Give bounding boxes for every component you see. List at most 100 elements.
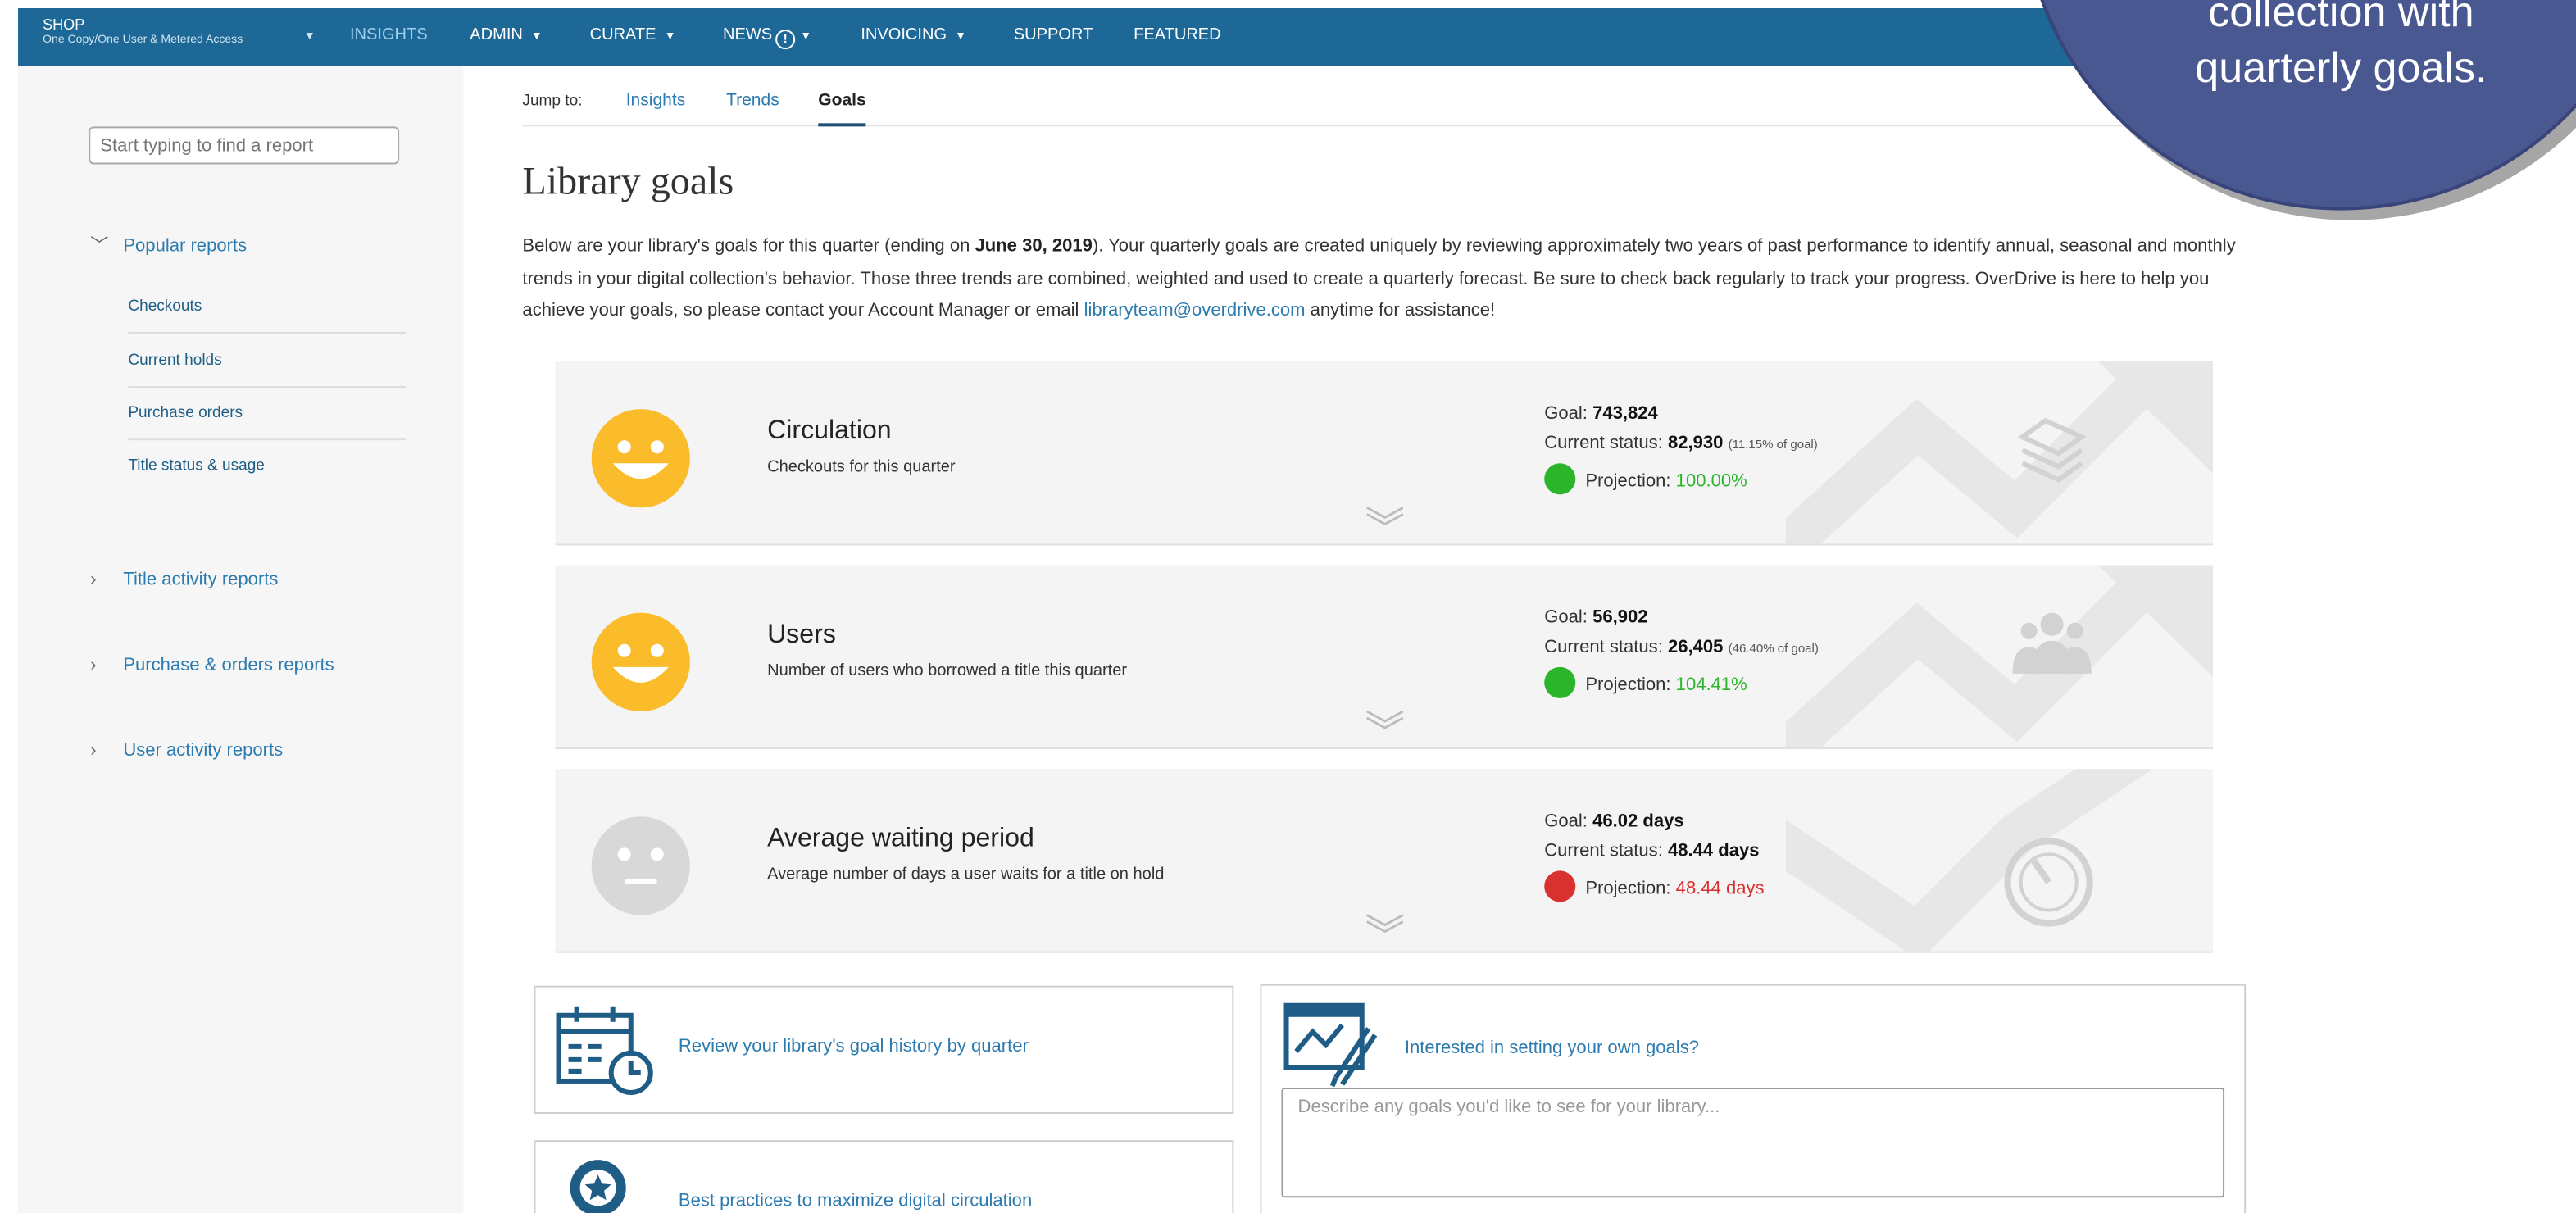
- goal-description: Average number of days a user waits for …: [767, 865, 1165, 884]
- nav-invoicing[interactable]: INVOICING ▼: [861, 26, 966, 44]
- happy-face-icon: [591, 612, 690, 711]
- expand-chevron-icon[interactable]: [1365, 911, 1405, 934]
- shop-menu[interactable]: SHOP One Copy/One User & Metered Access: [43, 17, 243, 47]
- own-goals-label: Interested in setting your own goals?: [1404, 1038, 1699, 1058]
- goal-value: Goal: 56,902: [1544, 608, 1647, 628]
- projection: Projection: 48.44 days: [1544, 870, 1765, 902]
- chevron-right-icon: ›: [90, 570, 97, 590]
- intro-text: anytime for assistance!: [1305, 300, 1496, 320]
- sidebar-item-checkouts[interactable]: Checkouts: [128, 281, 407, 334]
- projection-label: Projection:: [1585, 879, 1671, 899]
- current-number: 48.44 days: [1667, 841, 1760, 861]
- nav-support[interactable]: SUPPORT: [1014, 26, 1093, 44]
- current-label: Current status:: [1544, 841, 1663, 861]
- own-goals-panel: Interested in setting your own goals?: [1260, 984, 2247, 1213]
- neutral-face-icon: [591, 816, 690, 915]
- current-status: Current status: 82,930 (11.15% of goal): [1544, 434, 1818, 453]
- nav-admin[interactable]: ADMIN ▼: [470, 26, 543, 44]
- info-icon: !: [775, 30, 796, 50]
- status-dot-green: [1544, 666, 1576, 698]
- goal-value: Goal: 46.02 days: [1544, 811, 1683, 831]
- projection: Projection: 100.00%: [1544, 463, 1747, 495]
- chevron-down-icon: ﹀: [90, 236, 109, 257]
- tab-goals[interactable]: Goals: [818, 90, 866, 127]
- user-activity-label: User activity reports: [123, 741, 284, 761]
- chevron-down-icon: ▼: [664, 31, 676, 43]
- calendar-clock-icon: [556, 1006, 653, 1095]
- left-margin: [0, 0, 19, 1213]
- chevron-down-icon: ▼: [530, 31, 543, 43]
- people-icon: [2012, 612, 2092, 674]
- tab-trends[interactable]: Trends: [726, 90, 779, 110]
- intro-text: Below are your library's goals for this …: [522, 236, 975, 257]
- trend-arrow-background: [1785, 361, 2214, 544]
- report-search-input[interactable]: [89, 126, 400, 165]
- chevron-down-icon[interactable]: ▼: [304, 31, 316, 43]
- chevron-right-icon: ›: [90, 741, 97, 761]
- status-dot-green: [1544, 463, 1576, 495]
- projection: Projection: 104.41%: [1544, 666, 1747, 698]
- nav-insights[interactable]: INSIGHTS: [350, 26, 428, 44]
- goal-title: Average waiting period: [767, 825, 1034, 853]
- expand-chevron-icon[interactable]: [1365, 504, 1405, 527]
- goal-card-circulation: Circulation Checkouts for this quarter G…: [555, 361, 2214, 546]
- goal-number: 56,902: [1592, 607, 1648, 628]
- goals-textarea[interactable]: [1281, 1087, 2225, 1198]
- goal-title: Users: [767, 620, 836, 649]
- current-status: Current status: 26,405 (46.40% of goal): [1544, 638, 1819, 657]
- happy-face-icon: [591, 409, 690, 508]
- current-percent: (46.40% of goal): [1728, 640, 1819, 656]
- callout-bubble: collection with quarterly goals.: [2020, 0, 2576, 220]
- books-icon: [2017, 417, 2087, 483]
- chevron-down-icon: ▼: [955, 31, 966, 43]
- best-practices-label: Best practices to maximize digital circu…: [678, 1191, 1033, 1211]
- current-status: Current status: 48.44 days: [1544, 841, 1759, 861]
- nav-news-label: NEWS: [722, 26, 773, 45]
- current-number: 26,405: [1667, 637, 1724, 657]
- jump-to-label: Jump to:: [522, 92, 583, 111]
- purchase-orders-reports-toggle[interactable]: › Purchase & orders reports: [90, 656, 334, 675]
- user-activity-reports-toggle[interactable]: › User activity reports: [90, 741, 283, 761]
- gauge-icon: [2004, 838, 2093, 927]
- nav-curate-label: CURATE: [589, 26, 656, 45]
- sidebar: ﹀ Popular reports Checkouts Current holds…: [18, 66, 464, 1213]
- projection-value: 48.44 days: [1675, 879, 1765, 899]
- nav-admin-label: ADMIN: [470, 26, 523, 45]
- goal-history-link[interactable]: Review your library's goal history by qu…: [534, 985, 1234, 1115]
- current-number: 82,930: [1667, 434, 1724, 454]
- trend-arrow-background: [1785, 769, 2153, 952]
- status-dot-red: [1544, 870, 1576, 902]
- chevron-down-icon: ▼: [800, 31, 812, 43]
- chart-pencil-icon: [1283, 1002, 1378, 1088]
- expand-chevron-icon[interactable]: [1365, 708, 1405, 731]
- quarter-end-date: June 30, 2019: [975, 236, 1093, 257]
- projection-value: 100.00%: [1675, 471, 1747, 492]
- callout-text: collection with quarterly goals.: [2195, 0, 2487, 93]
- page-title: Library goals: [522, 161, 734, 204]
- trend-arrow-background: [1785, 565, 2214, 748]
- tab-insights[interactable]: Insights: [626, 90, 686, 110]
- current-label: Current status:: [1544, 637, 1663, 657]
- title-activity-reports-toggle[interactable]: › Title activity reports: [90, 570, 278, 590]
- sidebar-item-current-holds[interactable]: Current holds: [128, 335, 407, 388]
- popular-reports-toggle[interactable]: ﹀ Popular reports: [90, 232, 247, 258]
- goal-value: Goal: 743,824: [1544, 404, 1658, 424]
- goal-description: Number of users who borrowed a title thi…: [767, 661, 1128, 680]
- nav-featured[interactable]: FEATURED: [1134, 26, 1221, 44]
- support-email-link[interactable]: libraryteam@overdrive.com: [1084, 301, 1306, 320]
- sidebar-item-purchase-orders[interactable]: Purchase orders: [128, 388, 407, 441]
- shop-subtitle: One Copy/One User & Metered Access: [43, 34, 243, 47]
- goal-title: Circulation: [767, 417, 892, 446]
- nav-curate[interactable]: CURATE ▼: [590, 26, 676, 44]
- purchase-orders-label: Purchase & orders reports: [123, 655, 334, 675]
- popular-reports-label: Popular reports: [123, 236, 248, 257]
- best-practices-link[interactable]: Best practices to maximize digital circu…: [534, 1140, 1234, 1213]
- intro-paragraph: Below are your library's goals for this …: [522, 232, 2247, 328]
- projection-label: Projection:: [1585, 471, 1671, 492]
- nav-news[interactable]: NEWS! ▼: [722, 26, 812, 50]
- sidebar-item-title-status[interactable]: Title status & usage: [128, 440, 406, 493]
- chevron-right-icon: ›: [90, 655, 97, 675]
- goal-description: Checkouts for this quarter: [767, 458, 956, 477]
- goal-number: 743,824: [1592, 404, 1658, 425]
- goal-label: Goal:: [1544, 404, 1588, 425]
